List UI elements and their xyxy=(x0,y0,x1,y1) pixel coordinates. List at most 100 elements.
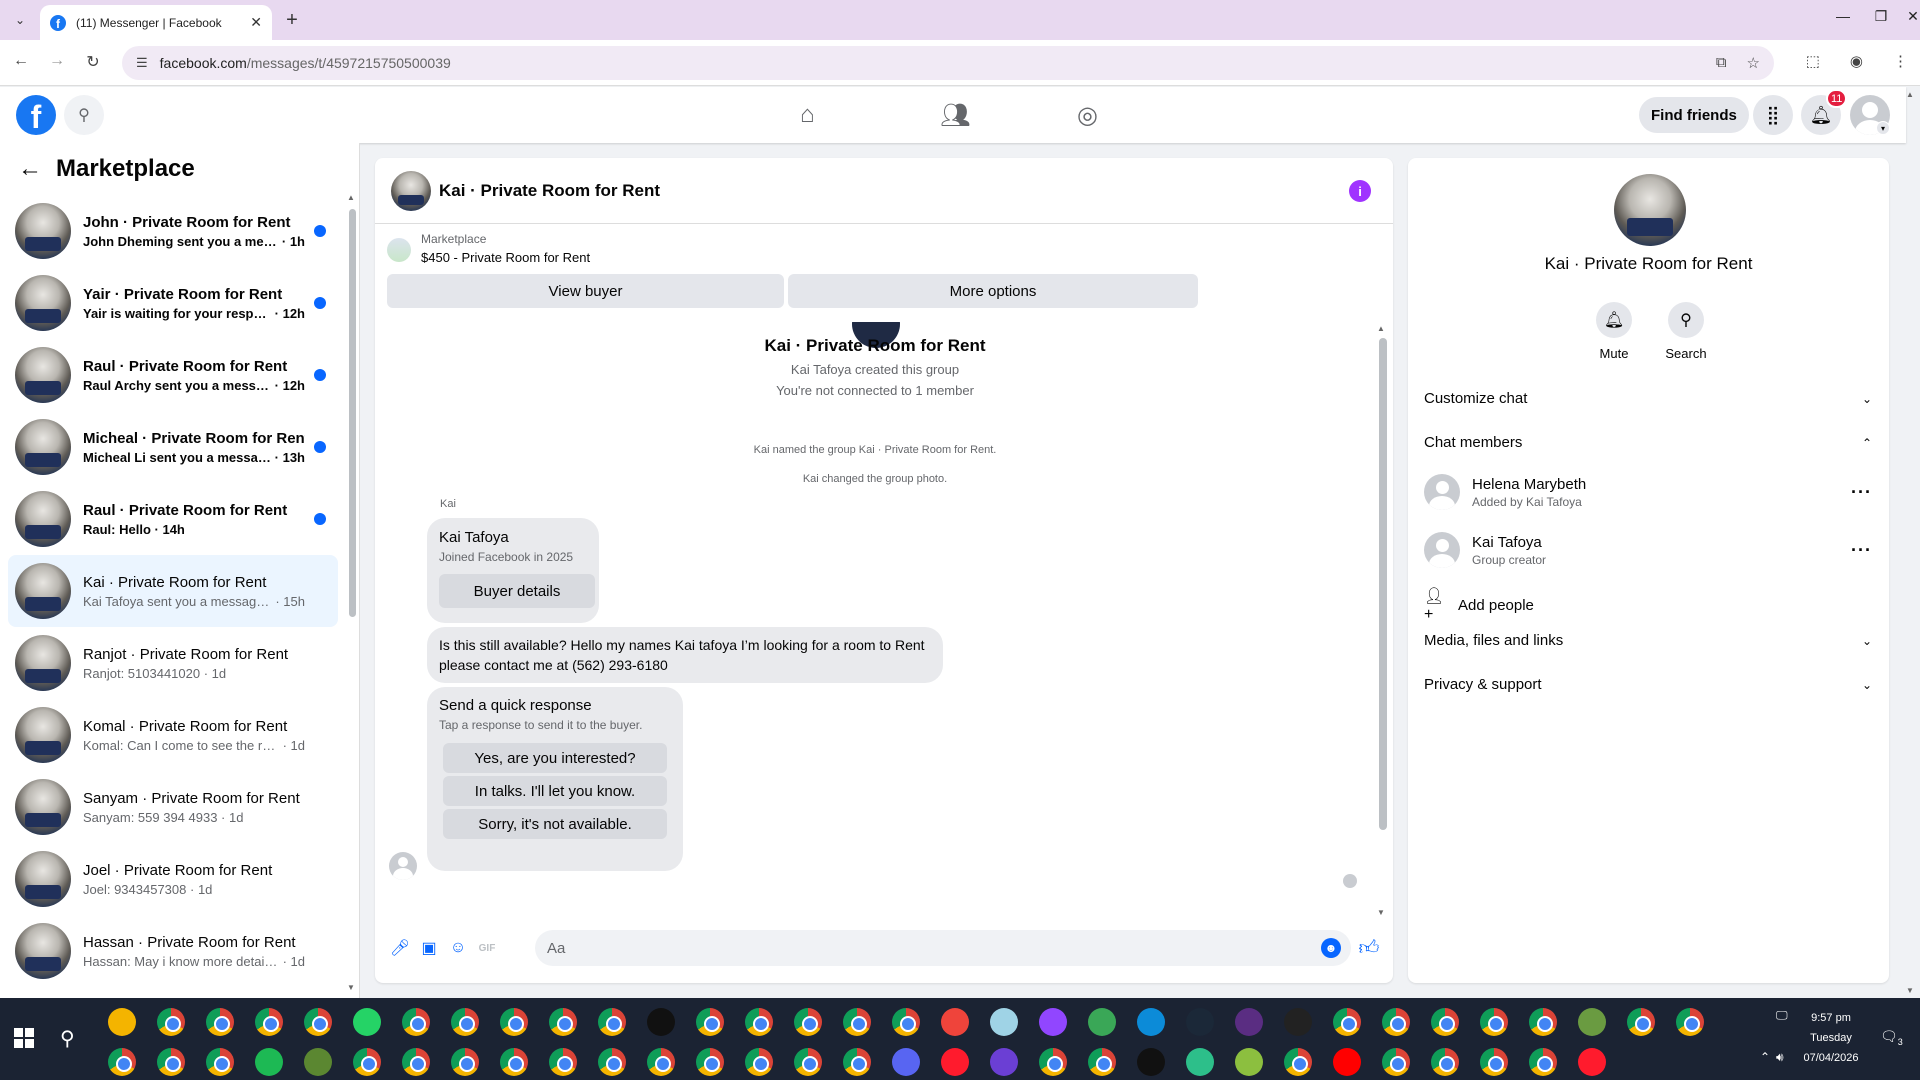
chrome-app-icon[interactable] xyxy=(1039,1048,1067,1076)
chrome-app-icon[interactable] xyxy=(304,1008,332,1036)
chrome-app-icon[interactable] xyxy=(696,1008,724,1036)
conversation-item[interactable]: Ranjot · Private Room for Rent Ranjot: 51… xyxy=(8,627,338,699)
chrome-app-icon[interactable] xyxy=(255,1008,283,1036)
opera-app-icon[interactable] xyxy=(1578,1048,1606,1076)
chrome-app-icon[interactable] xyxy=(794,1048,822,1076)
app-app-icon[interactable] xyxy=(1186,1048,1214,1076)
chrome-app-icon[interactable] xyxy=(598,1048,626,1076)
bookmark-star-icon[interactable]: ☆ xyxy=(1747,54,1760,72)
member-row[interactable]: Helena Marybeth Added by Kai Tafoya ··· xyxy=(1424,468,1880,516)
edge-app-icon[interactable] xyxy=(1137,1008,1165,1036)
chrome-app-icon[interactable] xyxy=(157,1048,185,1076)
vector-app-icon[interactable] xyxy=(1235,1048,1263,1076)
conversation-item[interactable]: Yair · Private Room for Rent Yair is wait… xyxy=(8,267,338,339)
account-chevron-down-icon[interactable]: ▾ xyxy=(1876,121,1890,135)
menu-grid-icon[interactable]: ⣿ xyxy=(1753,95,1793,135)
extensions-icon[interactable]: ⬚ xyxy=(1806,52,1820,70)
home-icon[interactable]: ⌂ xyxy=(800,101,815,129)
chrome-app-icon[interactable] xyxy=(598,1008,626,1036)
customize-chat-section[interactable]: Customize chat ⌄ xyxy=(1424,390,1880,407)
chrome-app-icon[interactable] xyxy=(500,1008,528,1036)
minimize-icon[interactable]: — xyxy=(1828,8,1858,24)
chrome-app-icon[interactable] xyxy=(402,1008,430,1036)
more-options-icon[interactable]: ··· xyxy=(1851,540,1872,561)
chrome-app-icon[interactable] xyxy=(206,1008,234,1036)
restore-icon[interactable]: ❐ xyxy=(1866,8,1896,25)
chrome-app-icon[interactable] xyxy=(549,1008,577,1036)
chrome-app-icon[interactable] xyxy=(1627,1008,1655,1036)
search-icon[interactable]: ⚲ xyxy=(64,95,104,135)
conversation-item[interactable]: Komal · Private Room for Rent Komal: Can … xyxy=(8,699,338,771)
info-icon[interactable]: i xyxy=(1349,180,1371,202)
add-people-button[interactable]: 👤︎+ Add people xyxy=(1424,586,1534,624)
discord-app-icon[interactable] xyxy=(892,1048,920,1076)
install-app-icon[interactable]: ⧉ xyxy=(1716,54,1727,72)
chrome-app-icon[interactable] xyxy=(647,1048,675,1076)
conversation-item[interactable]: Kai · Private Room for Rent Kai Tafoya se… xyxy=(8,555,338,627)
arrow-app-icon[interactable] xyxy=(1088,1008,1116,1036)
chrome-app-icon[interactable] xyxy=(1529,1008,1557,1036)
chrome-app-icon[interactable] xyxy=(1480,1048,1508,1076)
notification-center-icon[interactable]: 🗨︎3 xyxy=(1880,1028,1903,1047)
chrome-app-icon[interactable] xyxy=(108,1048,136,1076)
chrome-app-icon[interactable] xyxy=(402,1048,430,1076)
chrome-app-icon[interactable] xyxy=(1529,1048,1557,1076)
chrome-app-icon[interactable] xyxy=(353,1048,381,1076)
sidebar-scrollbar[interactable] xyxy=(349,209,356,617)
conversation-item[interactable]: Hassan · Private Room for Rent Hassan: Ma… xyxy=(8,915,338,987)
tab-close-icon[interactable]: ✕ xyxy=(250,14,262,31)
quick-response-not-available-button[interactable]: Sorry, it's not available. xyxy=(443,809,667,839)
chrome-app-icon[interactable] xyxy=(451,1048,479,1076)
spotify-app-icon[interactable] xyxy=(255,1048,283,1076)
folder-app-icon[interactable] xyxy=(108,1008,136,1036)
conversation-item[interactable]: Sanyam · Private Room for Rent Sanyam: 55… xyxy=(8,771,338,843)
chat-title[interactable]: Kai · Private Room for Rent xyxy=(439,181,660,201)
view-buyer-button[interactable]: View buyer xyxy=(387,274,784,308)
browser-tab-active[interactable]: f (11) Messenger | Facebook ✕ xyxy=(40,5,272,40)
quick-response-in-talks-button[interactable]: In talks. I'll let you know. xyxy=(443,776,667,806)
chat-avatar[interactable] xyxy=(391,170,431,211)
quick-response-yes-button[interactable]: Yes, are you interested? xyxy=(443,743,667,773)
site-info-icon[interactable]: ☰ xyxy=(136,55,148,71)
message-input[interactable]: Aa xyxy=(535,930,1351,966)
forward-arrow-icon[interactable]: → xyxy=(46,52,68,70)
conversation-item[interactable]: Raul · Private Room for Rent Raul: Hello … xyxy=(8,483,338,555)
privacy-support-section[interactable]: Privacy & support ⌄ xyxy=(1424,676,1880,693)
taskbar-search-icon[interactable]: ⚲ xyxy=(60,1026,75,1051)
scroll-down-icon[interactable]: ▼ xyxy=(347,983,355,992)
chrome-app-icon[interactable] xyxy=(1382,1048,1410,1076)
hi-app-icon[interactable] xyxy=(1235,1008,1263,1036)
more-options-button[interactable]: More options xyxy=(788,274,1198,308)
anydesk-app-icon[interactable] xyxy=(941,1008,969,1036)
chrome-app-icon[interactable] xyxy=(206,1048,234,1076)
chrome-app-icon[interactable] xyxy=(696,1048,724,1076)
opera-app-icon[interactable] xyxy=(941,1048,969,1076)
scroll-up-icon[interactable]: ▲ xyxy=(347,193,355,202)
chrome-app-icon[interactable] xyxy=(892,1008,920,1036)
thumbs-up-icon[interactable]: 👍︎ xyxy=(1359,937,1380,959)
listing-title[interactable]: $450 - Private Room for Rent xyxy=(421,250,590,265)
conversation-item[interactable]: John · Private Room for Rent John Dheming… xyxy=(8,195,338,267)
chess-app-icon[interactable] xyxy=(1578,1008,1606,1036)
chrome-app-icon[interactable] xyxy=(500,1048,528,1076)
photo-icon[interactable]: ▣ xyxy=(419,938,439,958)
more-options-icon[interactable]: ··· xyxy=(1851,482,1872,503)
chrome-app-icon[interactable] xyxy=(549,1048,577,1076)
reload-icon[interactable]: ↻ xyxy=(82,52,104,72)
chrome-app-icon[interactable] xyxy=(1431,1008,1459,1036)
find-friends-button[interactable]: Find friends xyxy=(1639,97,1749,133)
search-conversation-button[interactable]: ⚲ Search xyxy=(1651,302,1721,361)
steam-app-icon[interactable] xyxy=(1186,1008,1214,1036)
chrome-app-icon[interactable] xyxy=(451,1008,479,1036)
chrome-app-icon[interactable] xyxy=(1431,1048,1459,1076)
page-scroll-down-icon[interactable]: ▼ xyxy=(1906,986,1914,995)
chrome-app-icon[interactable] xyxy=(794,1008,822,1036)
chrome-app-icon[interactable] xyxy=(1284,1048,1312,1076)
chat-members-section[interactable]: Chat members ⌃ xyxy=(1424,434,1880,451)
chrome-app-icon[interactable] xyxy=(745,1048,773,1076)
windows-start-icon[interactable] xyxy=(14,1028,34,1048)
new-tab-icon[interactable]: + xyxy=(282,9,302,32)
browser-menu-icon[interactable]: ⋮ xyxy=(1893,52,1908,70)
opera-gx-app-icon[interactable] xyxy=(990,1048,1018,1076)
chrome-app-icon[interactable] xyxy=(1382,1008,1410,1036)
